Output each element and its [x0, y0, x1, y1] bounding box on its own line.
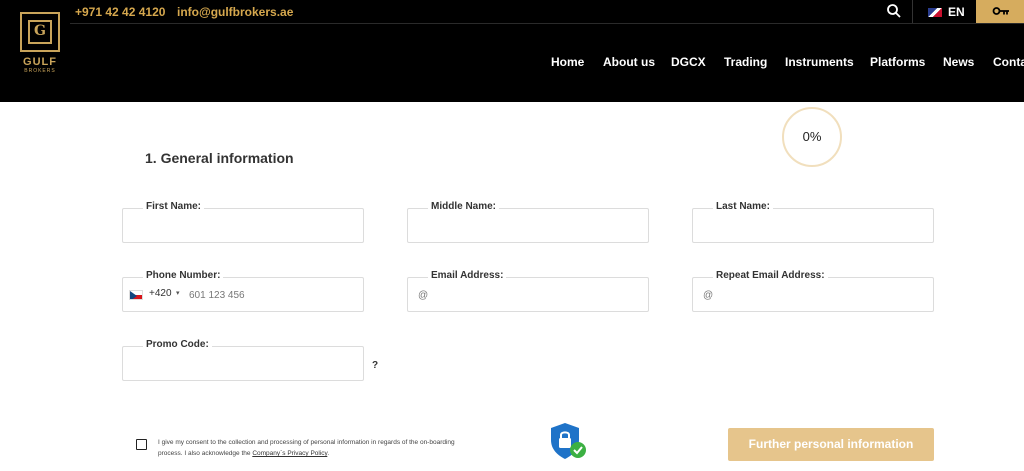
consent-text: I give my consent to the collection and … — [158, 439, 455, 457]
phone-link[interactable]: +971 42 42 4120 — [75, 5, 165, 19]
email-link[interactable]: info@gulfbrokers.ae — [177, 5, 293, 19]
logo-sub: BROKERS — [24, 68, 56, 74]
language-label: EN — [948, 5, 965, 19]
promo-code-field: Promo Code: — [122, 339, 364, 381]
security-shield-icon — [548, 421, 590, 468]
further-personal-info-button[interactable]: Further personal information — [728, 428, 934, 461]
nav-dgcx[interactable]: DGCX — [671, 55, 706, 69]
phone-input[interactable] — [189, 287, 359, 303]
dial-code[interactable]: +420 — [149, 288, 172, 299]
repeat-email-field: Repeat Email Address: — [692, 270, 934, 312]
last-name-input[interactable] — [703, 218, 923, 234]
phone-label: Phone Number: — [143, 270, 224, 281]
nav-platforms[interactable]: Platforms — [870, 55, 925, 69]
chevron-down-icon[interactable]: ▾ — [176, 289, 180, 297]
logo[interactable]: G GULF BROKERS — [18, 12, 62, 82]
first-name-label: First Name: — [143, 201, 205, 212]
key-icon — [992, 7, 1009, 15]
promo-code-input[interactable] — [133, 356, 353, 372]
promo-help-icon[interactable]: ? — [372, 360, 378, 371]
last-name-field: Last Name: — [692, 201, 934, 243]
repeat-email-input[interactable] — [703, 287, 923, 303]
nav-trading[interactable]: Trading — [724, 55, 767, 69]
first-name-input[interactable] — [133, 218, 353, 234]
search-icon[interactable] — [886, 3, 904, 21]
email-input[interactable] — [418, 287, 638, 303]
logo-name: GULF — [23, 56, 57, 68]
repeat-email-label: Repeat Email Address: — [713, 270, 828, 281]
middle-name-field: Middle Name: — [407, 201, 649, 243]
site-header: +971 42 42 4120 info@gulfbrokers.ae G GU… — [0, 0, 1024, 102]
topbar-separator — [912, 0, 913, 23]
middle-name-input[interactable] — [418, 218, 638, 234]
logo-letter: G — [34, 23, 46, 39]
last-name-label: Last Name: — [713, 201, 773, 212]
nav-about-us[interactable]: About us — [603, 55, 655, 69]
phone-field: Phone Number: +420 ▾ — [122, 270, 364, 312]
nav-contact[interactable]: Conta — [993, 55, 1024, 69]
email-field: Email Address: — [407, 270, 649, 312]
nav-news[interactable]: News — [943, 55, 974, 69]
progress-indicator: 0% — [782, 107, 842, 167]
logo-mark: G — [20, 12, 60, 52]
privacy-policy-link[interactable]: Company`s Privacy Policy — [252, 450, 327, 457]
login-button[interactable] — [976, 0, 1024, 23]
language-switcher[interactable]: EN — [928, 5, 965, 19]
czech-flag-icon[interactable] — [129, 290, 143, 300]
section-title: 1. General information — [145, 150, 294, 166]
nav-instruments[interactable]: Instruments — [785, 55, 854, 69]
uk-flag-icon — [928, 8, 942, 18]
promo-code-label: Promo Code: — [143, 339, 212, 350]
first-name-field: First Name: — [122, 201, 364, 243]
consent-checkbox[interactable] — [136, 439, 147, 450]
topbar-divider — [70, 23, 1024, 24]
nav-home[interactable]: Home — [551, 55, 584, 69]
email-label: Email Address: — [428, 270, 507, 281]
middle-name-label: Middle Name: — [428, 201, 500, 212]
